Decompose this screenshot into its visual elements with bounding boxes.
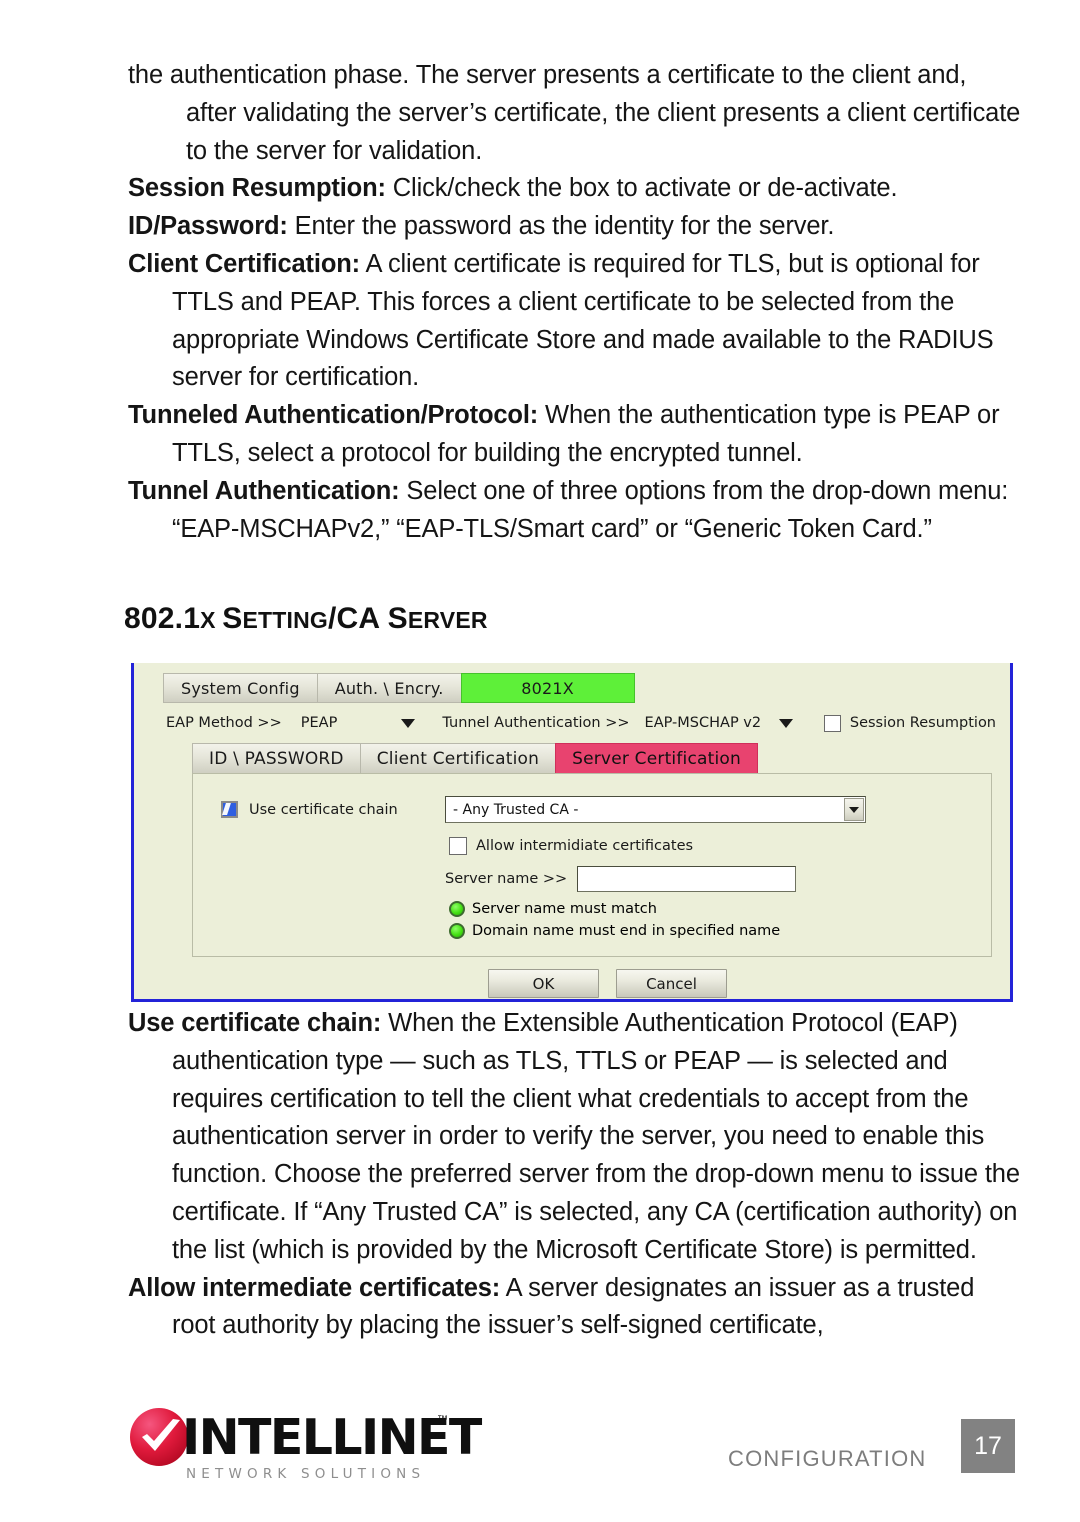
tunnel-authentication-label: Tunnel Authentication >> — [442, 715, 630, 731]
allow-intermediate-label: Allow intermidiate certificates — [476, 838, 694, 854]
ca-select-value: - Any Trusted CA - — [453, 801, 579, 818]
radio-button-icon[interactable] — [449, 901, 465, 917]
server-certification-panel: Use certificate chain - Any Trusted CA -… — [192, 773, 992, 957]
paragraph-id-password: ID/Password: Enter the password as the i… — [128, 208, 1023, 246]
page-number-badge: 17 — [961, 1419, 1015, 1473]
paragraph-text: When the Extensible Authentication Proto… — [172, 1009, 1020, 1264]
logo-wordmark: INTELLINET — [182, 1409, 482, 1466]
tab-auth-encry[interactable]: Auth. \ Encry. — [316, 673, 461, 703]
sub-tabstrip: ID \ PASSWORD Client Certification Serve… — [192, 743, 758, 774]
use-certificate-chain-checkbox[interactable] — [221, 801, 238, 818]
paragraph-text: the authentication phase. The server pre… — [128, 61, 1021, 165]
radio-server-name-must-match[interactable]: Server name must match — [449, 901, 657, 917]
chevron-down-icon — [849, 806, 859, 813]
logo-tagline: NETWORK SOLUTIONS — [186, 1466, 426, 1482]
chevron-down-icon[interactable] — [779, 718, 794, 728]
main-tabstrip: System Config Auth. \ Encry. 8021X — [163, 673, 635, 703]
heading-part-erver: ERVER — [407, 607, 488, 633]
chevron-down-icon[interactable] — [401, 718, 416, 728]
term-lead: Tunneled Authentication/Protocol: — [128, 401, 539, 430]
heading-part-x: X — [200, 607, 223, 633]
subtab-id-password[interactable]: ID \ PASSWORD — [192, 743, 360, 774]
server-name-input[interactable] — [577, 866, 797, 892]
paragraph-tunneled-authentication: Tunneled Authentication/Protocol: When t… — [128, 397, 1023, 473]
paragraph-session-resumption: Session Resumption: Click/check the box … — [128, 170, 1023, 208]
paragraph-text: Click/check the box to activate or de-ac… — [385, 174, 898, 203]
heading-part-ca: /CA — [327, 602, 388, 635]
ca-select-dropdown[interactable]: - Any Trusted CA - — [445, 796, 866, 823]
eap-method-row: EAP Method >> PEAP Tunnel Authentication… — [166, 710, 996, 736]
checkmark-icon — [142, 1419, 180, 1451]
term-lead: Tunnel Authentication: — [128, 476, 400, 505]
radio-label: Domain name must end in specified name — [472, 923, 781, 939]
paragraph-use-certificate-chain: Use certificate chain: When the Extensib… — [128, 1005, 1023, 1270]
term-lead: Allow intermediate certificates: — [128, 1273, 501, 1302]
paragraph-client-certification: Client Certification: A client certifica… — [128, 246, 1023, 397]
body-text-bottom: Use certificate chain: When the Extensib… — [128, 1005, 1023, 1345]
paragraph-text: Enter the password as the identity for t… — [287, 212, 835, 241]
subtab-client-certification[interactable]: Client Certification — [359, 743, 556, 774]
eap-method-label: EAP Method >> — [166, 715, 282, 731]
term-lead: Session Resumption: — [128, 174, 386, 203]
ok-button[interactable]: OK — [488, 969, 599, 998]
paragraph-authentication-phase: the authentication phase. The server pre… — [128, 57, 1023, 170]
use-certificate-chain-label: Use certificate chain — [249, 801, 398, 818]
body-text-top: the authentication phase. The server pre… — [128, 57, 1023, 548]
tunnel-authentication-value[interactable]: EAP-MSCHAP v2 — [645, 715, 780, 731]
heading-part-s1: S — [222, 602, 243, 635]
paragraph-allow-intermediate-certificates: Allow intermediate certificates: A serve… — [128, 1270, 1023, 1346]
cancel-button[interactable]: Cancel — [616, 969, 727, 998]
subtab-server-certification[interactable]: Server Certification — [555, 743, 758, 774]
term-lead: Use certificate chain: — [128, 1009, 382, 1037]
radio-domain-name-must-end[interactable]: Domain name must end in specified name — [449, 923, 780, 939]
use-certificate-chain-row: Use certificate chain — [221, 801, 398, 818]
intellinet-logo: INTELLINET ™ NETWORK SOLUTIONS — [130, 1406, 482, 1488]
eap-method-value[interactable]: PEAP — [301, 715, 402, 731]
heading-part-s2: S — [387, 602, 408, 635]
allow-intermediate-checkbox[interactable] — [449, 837, 467, 855]
server-name-row: Server name >> — [445, 866, 797, 892]
ca-select-dropdown-button[interactable] — [844, 798, 864, 821]
dialog-button-row: OK Cancel — [488, 969, 727, 998]
paragraph-tunnel-authentication: Tunnel Authentication: Select one of thr… — [128, 473, 1023, 549]
session-resumption-checkbox[interactable] — [823, 714, 841, 732]
heading-part-setting: ETTING — [242, 607, 328, 633]
section-heading: 802.1X SETTING/CA SERVER — [124, 602, 488, 636]
radio-button-icon[interactable] — [449, 923, 465, 939]
radio-label: Server name must match — [472, 901, 657, 917]
figure-8021x-settings-window: System Config Auth. \ Encry. 8021X EAP M… — [131, 663, 1013, 1002]
session-resumption-label: Session Resumption — [849, 715, 997, 731]
term-lead: ID/Password: — [128, 212, 288, 241]
allow-intermediate-row: Allow intermidiate certificates — [449, 837, 693, 855]
heading-part-number: 802.1 — [124, 602, 201, 635]
tab-system-config[interactable]: System Config — [163, 673, 317, 703]
logo-trademark: ™ — [437, 1414, 448, 1426]
tab-8021x[interactable]: 8021X — [460, 673, 635, 703]
term-lead: Client Certification: — [128, 249, 361, 278]
footer-section-label: CONFIGURATION — [728, 1446, 927, 1471]
document-page: the authentication phase. The server pre… — [0, 0, 1080, 1522]
server-name-label: Server name >> — [445, 871, 568, 887]
